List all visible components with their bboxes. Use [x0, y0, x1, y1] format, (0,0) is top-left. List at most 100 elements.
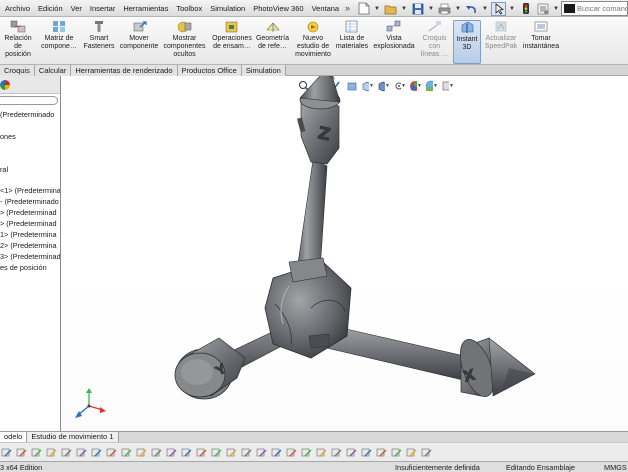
exploded-view-button[interactable]: Vista explosionada — [372, 20, 416, 64]
damper-icon[interactable] — [135, 446, 148, 459]
feature-tree-row[interactable]: 1> (Predetermina — [0, 229, 57, 240]
reference-geometry-button[interactable]: Geometría de refe… — [255, 20, 290, 64]
motion-study-label: Nuevo estudio de movimiento — [295, 35, 331, 58]
results-icon[interactable] — [180, 446, 193, 459]
settings-icon[interactable] — [225, 446, 238, 459]
menu-item-8[interactable]: Ventana — [308, 0, 344, 17]
feature-tree-row[interactable]: 2> (Predetermina — [0, 240, 57, 251]
mate-button[interactable]: Relación de posición — [0, 20, 40, 64]
undo-icon[interactable] — [464, 2, 479, 16]
key-icon[interactable] — [270, 446, 283, 459]
timeline-icon[interactable] — [285, 446, 298, 459]
play-icon[interactable] — [195, 446, 208, 459]
rotate-icon[interactable] — [0, 446, 13, 459]
print-dropdown-icon[interactable]: ▼ — [454, 2, 462, 16]
menu-item-5[interactable]: Toolbox — [172, 0, 206, 17]
explode-line-sketch-button[interactable]: Croquis con líneas … — [418, 20, 451, 64]
new-motion-study-button[interactable]: Nuevo estudio de movimiento — [293, 20, 333, 64]
options-dropdown-icon[interactable]: ▼ — [552, 2, 560, 16]
feature-tree-row[interactable]: 3> (Predeterminad — [0, 251, 60, 262]
appearance-tab-icon[interactable] — [0, 80, 10, 90]
grid-icon[interactable] — [420, 446, 433, 459]
contact-icon[interactable] — [90, 446, 103, 459]
bottom-toolbar-icons — [0, 445, 433, 460]
save-dropdown-icon[interactable]: ▼ — [427, 2, 435, 16]
gravity-icon[interactable] — [75, 446, 88, 459]
filter-icon[interactable] — [360, 446, 373, 459]
menu-item-7[interactable]: PhotoView 360 — [249, 0, 307, 17]
feature-tree-row[interactable]: <1> (Predetermina — [0, 185, 60, 196]
spring-icon[interactable] — [120, 446, 133, 459]
take-snapshot-button[interactable]: Tomar instantánea — [522, 20, 560, 64]
select-pointer-icon[interactable] — [491, 1, 506, 16]
export-icon[interactable] — [255, 446, 268, 459]
feature-tree-row[interactable]: ral — [0, 164, 8, 175]
help-icon[interactable] — [345, 446, 358, 459]
status-bar: 3 x64 Edition Insuficientemente definida… — [0, 461, 628, 472]
graphics-area[interactable]: ▼ ▼ ▼ ▼ ▼ ▼ Z Y X — [61, 76, 628, 431]
undo-dropdown-icon[interactable]: ▼ — [481, 2, 489, 16]
motion-icon[interactable] — [60, 446, 73, 459]
status-units[interactable]: MMGS — [604, 462, 627, 472]
stop-icon[interactable] — [210, 446, 223, 459]
bottom-tab-0[interactable]: odelo — [0, 432, 28, 442]
assembly-features-button[interactable]: Operaciones de ensam… — [209, 20, 255, 64]
reference-geometry-icon — [265, 20, 281, 33]
options-icon[interactable] — [535, 2, 550, 16]
zoom-in-icon[interactable] — [375, 446, 388, 459]
camera-icon[interactable] — [240, 446, 253, 459]
rebuild-icon[interactable] — [518, 2, 533, 16]
feature-tree-row[interactable]: es de posición — [0, 262, 47, 273]
snapshot-icon — [533, 20, 549, 33]
component-pattern-button[interactable]: Matriz de compone… — [40, 20, 78, 64]
force-icon[interactable] — [150, 446, 163, 459]
search-input[interactable] — [577, 4, 627, 13]
motor-icon[interactable] — [105, 446, 118, 459]
feature-tree-row[interactable]: - (Predeterminado — [0, 196, 59, 207]
instant3d-label: Instant 3D — [456, 36, 478, 51]
animation-icon[interactable] — [300, 446, 313, 459]
command-tab-1[interactable]: Calcular — [34, 65, 72, 76]
open-folder-icon[interactable] — [383, 2, 398, 16]
menu-more-arrow[interactable]: » — [345, 0, 350, 17]
bottom-tab-1[interactable]: Estudio de movimiento 1 — [27, 432, 119, 442]
command-tab-4[interactable]: Simulation — [241, 65, 286, 76]
zoom-icon[interactable] — [15, 446, 28, 459]
feature-tree-filter[interactable] — [0, 96, 58, 105]
feature-tree-row[interactable]: > (Predeterminad — [0, 218, 57, 229]
feature-tree-row[interactable]: ones — [0, 131, 16, 142]
move-component-button[interactable]: Mover componente — [118, 20, 160, 64]
open-dropdown-icon[interactable]: ▼ — [400, 2, 408, 16]
command-tab-2[interactable]: Herramientas de renderizado — [71, 65, 178, 76]
fit-icon[interactable] — [405, 446, 418, 459]
new-document-icon[interactable] — [356, 2, 371, 16]
select-dropdown-icon[interactable]: ▼ — [508, 2, 516, 16]
menu-item-2[interactable]: Ver — [67, 0, 86, 17]
wizard-icon[interactable] — [315, 446, 328, 459]
command-tab-3[interactable]: Productos Office — [177, 65, 242, 76]
zoom-out-icon[interactable] — [390, 446, 403, 459]
smart-fasteners-button[interactable]: Smart Fasteners — [80, 20, 118, 64]
command-search-box[interactable] — [561, 1, 628, 16]
menu-item-3[interactable]: Insertar — [86, 0, 119, 17]
update-speedpak-button[interactable]: Actualizar SpeedPak — [483, 20, 519, 64]
menu-item-0[interactable]: Archivo — [0, 0, 34, 17]
feature-tree-row[interactable]: > (Predeterminad — [0, 207, 57, 218]
new-dropdown-icon[interactable]: ▼ — [373, 2, 381, 16]
feature-tree-row[interactable]: (Predeterminado — [0, 109, 54, 120]
instant3d-button[interactable]: Instant 3D — [453, 20, 481, 64]
assembly-model[interactable]: Z Y X — [61, 76, 628, 431]
command-tab-0[interactable]: Croquis — [0, 65, 35, 76]
playback-icon[interactable] — [330, 446, 343, 459]
rotate-view-icon[interactable] — [45, 446, 58, 459]
snapshot-label: Tomar instantánea — [522, 35, 560, 50]
show-hidden-button[interactable]: Mostrar componentes ocultos — [162, 20, 207, 64]
pan-icon[interactable] — [30, 446, 43, 459]
calculate-icon[interactable] — [165, 446, 178, 459]
menu-item-1[interactable]: Edición — [34, 0, 67, 17]
bom-button[interactable]: Lista de materiales — [334, 20, 370, 64]
print-icon[interactable] — [437, 2, 452, 16]
menu-item-6[interactable]: Simulation — [206, 0, 249, 17]
menu-item-4[interactable]: Herramientas — [119, 0, 172, 17]
save-icon[interactable] — [410, 2, 425, 16]
